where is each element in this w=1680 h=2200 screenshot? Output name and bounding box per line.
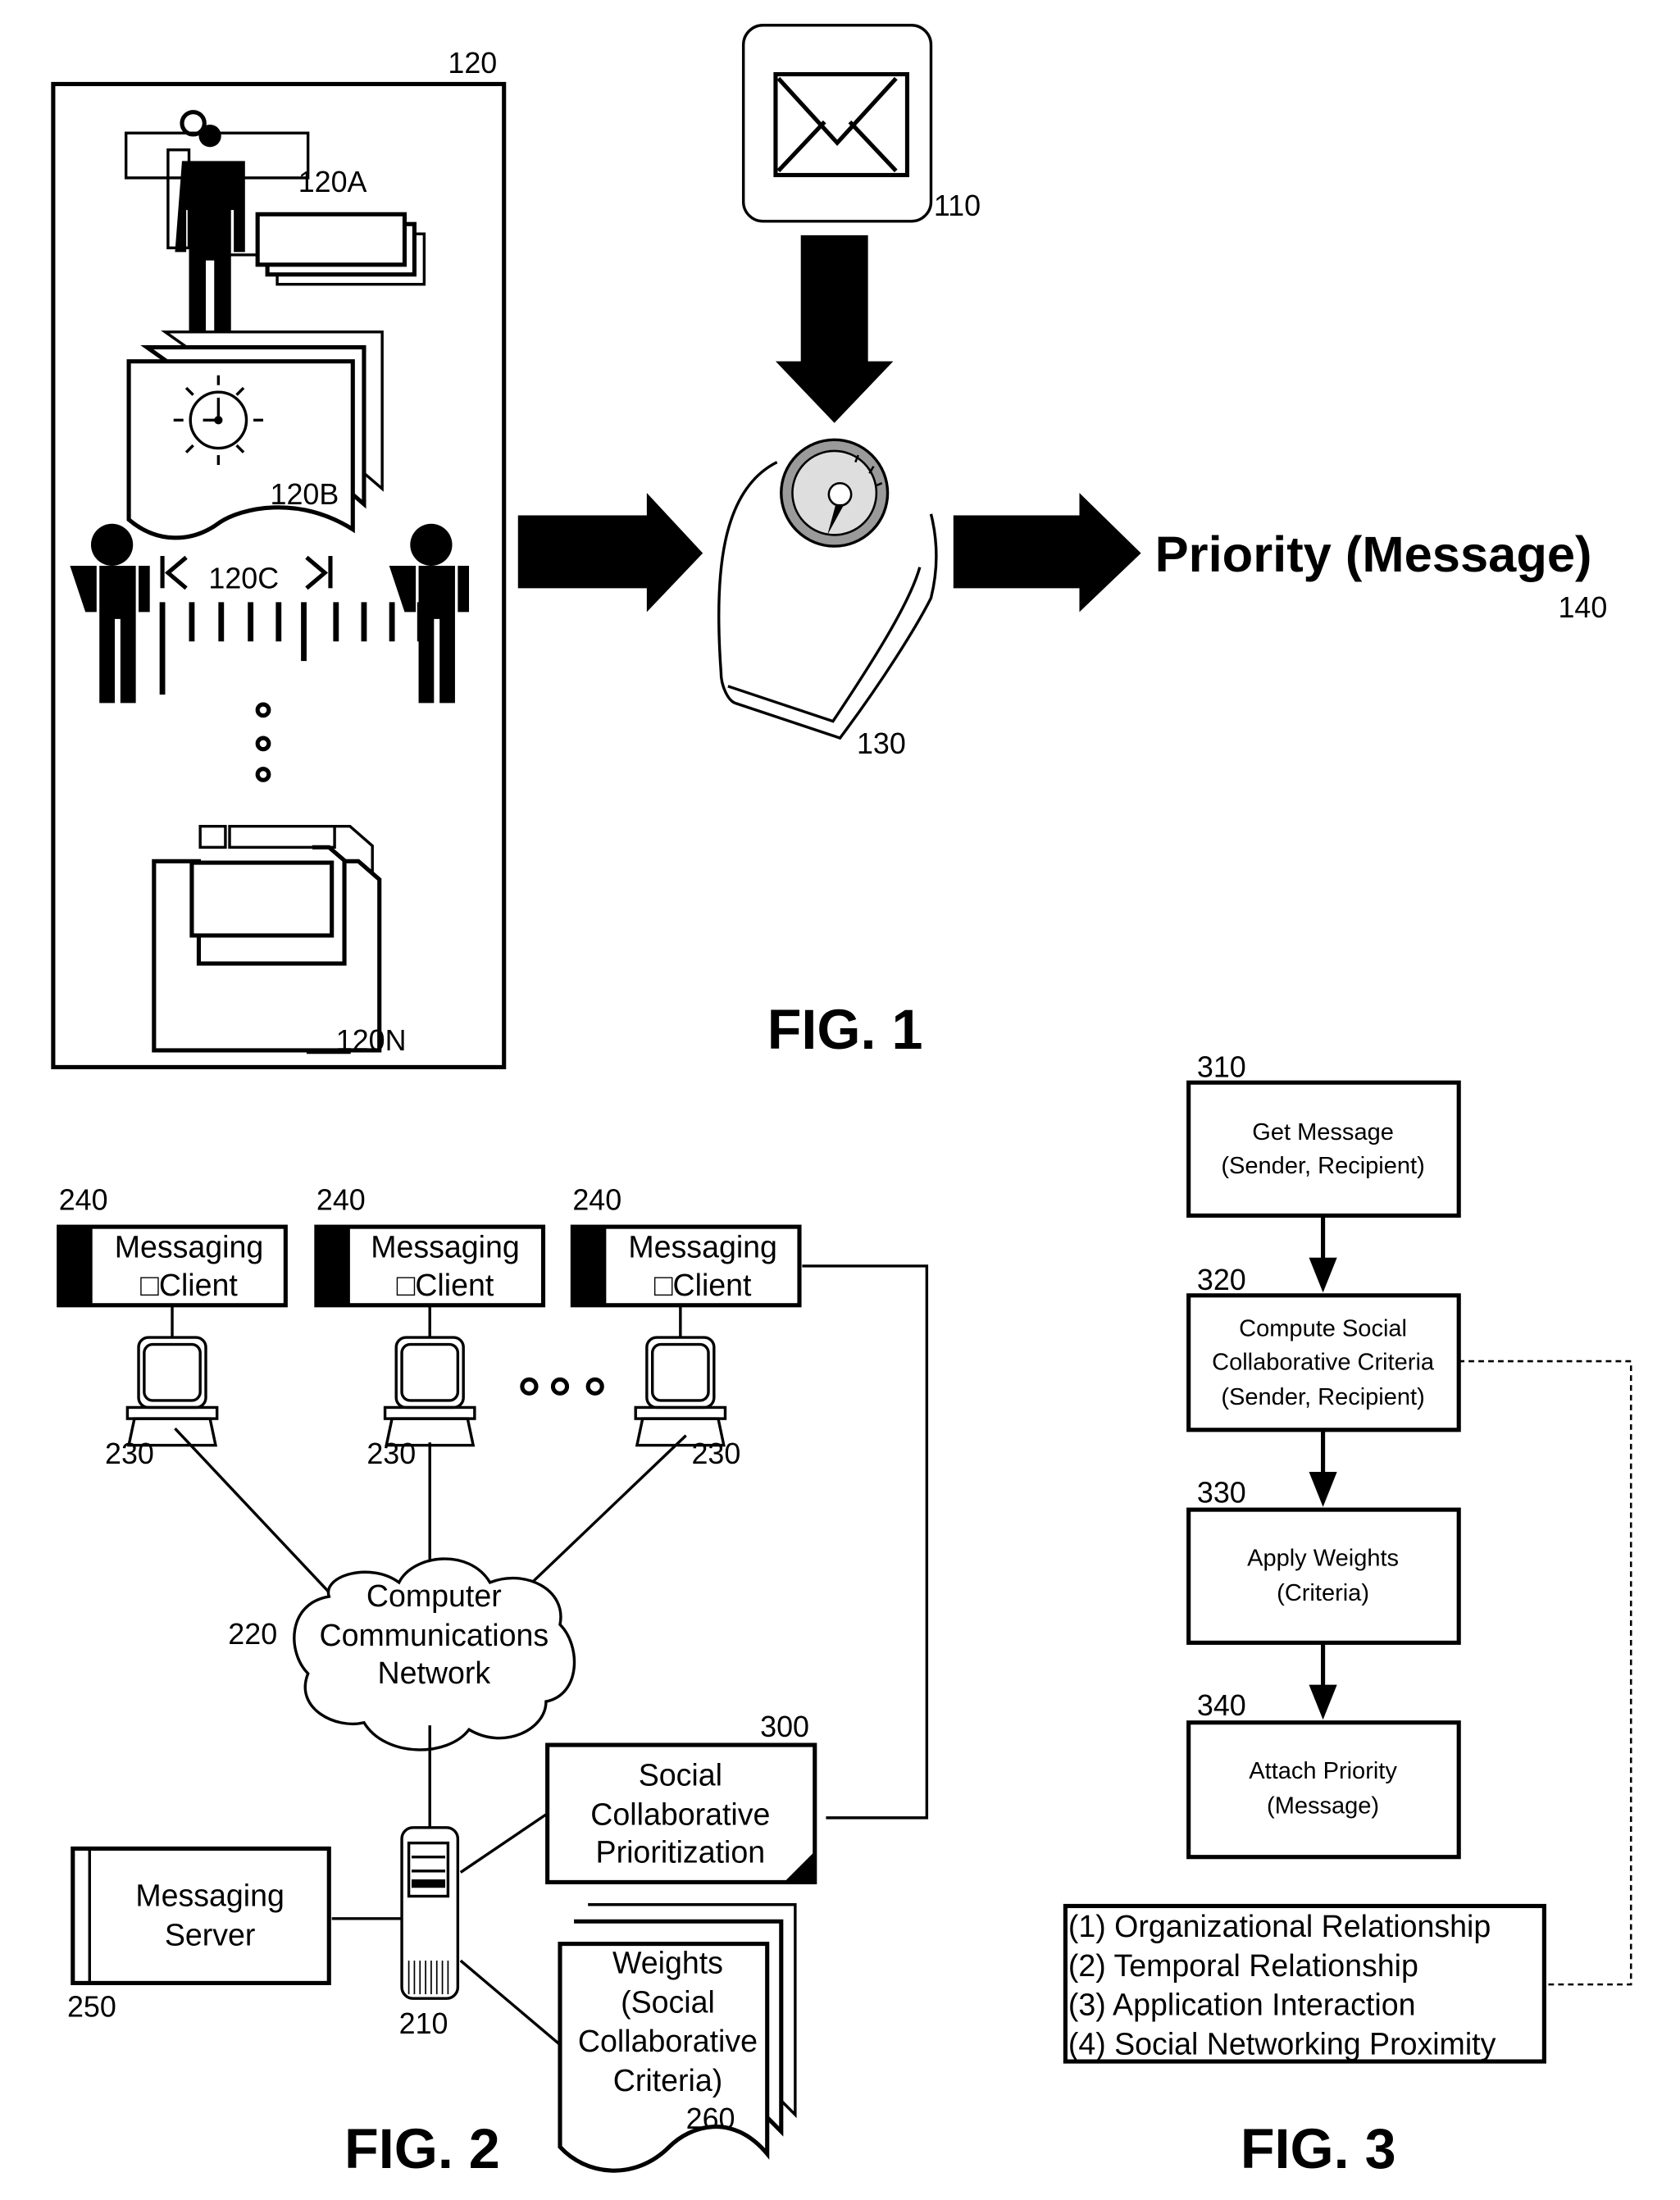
computer-ref: 230 [105,1437,154,1470]
network-ref: 220 [228,1618,277,1651]
prioritization-line3: Prioritization [596,1835,766,1870]
criteria-panel-ref: 120 [448,47,497,80]
step-ref: 320 [1197,1264,1246,1296]
priority-output-ref: 140 [1558,591,1607,624]
weighing-scale-icon [717,438,938,740]
fig3: 310 Get Message (Sender, Recipient) 320 … [1063,1050,1632,2180]
scale-ref: 130 [857,727,906,760]
server-ref: 210 [399,2007,448,2040]
fig3-title: FIG. 3 [1241,2118,1396,2180]
computer-icon [634,1336,727,1447]
message-ref: 110 [934,189,981,222]
output-arrow-icon [953,493,1141,613]
prioritization-line2: Collaborative [590,1797,770,1831]
network-cloud-icon: Computer Communications Network [293,1557,576,1751]
weights-line2: (Social [621,1984,715,2019]
client-ref: 240 [316,1184,366,1217]
server-icon [400,1826,460,2000]
flow-arrow-icon [1309,1472,1337,1507]
network-label-line1: Computer [367,1578,502,1613]
step-line2: (Sender, Recipient) [1221,1153,1424,1179]
client-label-line2: □Client [397,1268,494,1302]
criterion-ref-120c: 120C [208,562,279,594]
criterion-ref-120a: 120A [298,166,367,198]
computer-ref: 230 [692,1437,741,1470]
fig2: 240 Messaging □Client 230 240 Messaging … [57,1184,929,2180]
step-line1: Attach Priority [1249,1758,1397,1784]
criteria-item-1: (1) Organizational Relationship [1068,1909,1491,1943]
messaging-client-3: 240 Messaging □Client 230 [530,1184,929,1820]
network-label-line2: Communications [320,1618,549,1652]
messaging-server-line2: Server [165,1917,256,1952]
computer-ref: 230 [367,1437,416,1470]
criteria-item-2: (2) Temporal Relationship [1068,1948,1418,1983]
fig2-title: FIG. 2 [344,2118,500,2180]
fig1-title: FIG. 1 [767,999,923,1061]
weights-line3: Collaborative [578,2024,758,2058]
client-ref: 240 [59,1184,108,1217]
step-ref: 330 [1197,1477,1246,1510]
step-line1: Get Message [1252,1119,1394,1146]
fig1: 120 120A 120B 120C 120N 110 130 Priority… [51,24,1607,1069]
priority-output-label: Priority (Message) [1155,526,1592,583]
step-310: 310 Get Message (Sender, Recipient) [1186,1050,1461,1218]
prioritization-line1: Social [639,1758,722,1792]
message-arrow-icon [775,235,894,423]
messaging-server-line1: Messaging [135,1878,285,1912]
criteria-item-4: (4) Social Networking Proximity [1068,2026,1496,2061]
step-line1: Compute Social [1239,1315,1407,1341]
patent-drawing-sheet: 120 120A 120B 120C 120N 110 130 Priority… [0,0,1680,2196]
criterion-ref-120n: 120N [336,1024,407,1057]
criteria-dashed-connector [1459,1360,1632,1986]
step-line2: Collaborative Criteria [1212,1349,1435,1375]
messaging-client-1: 240 Messaging □Client 230 [57,1184,332,1595]
step-line2: (Criteria) [1277,1580,1369,1606]
weights-ref: 260 [686,2102,735,2135]
temporal-clock-document-icon [126,330,384,540]
flow-arrow-icon [1309,1684,1337,1720]
weights-line1: Weights [612,1945,723,1979]
input-arrow-icon [517,493,703,613]
client-label-line1: Messaging [628,1230,777,1264]
client-label-line1: Messaging [115,1230,264,1264]
client-label-line1: Messaging [371,1230,520,1264]
messaging-client-2: 240 Messaging □Client 230 [314,1184,546,1569]
network-label-line3: Network [377,1656,490,1690]
criteria-item-3: (3) Application Interaction [1068,1988,1416,2022]
message-envelope [741,24,933,223]
drawing-canvas: 120 120A 120B 120C 120N 110 130 Priority… [51,24,1632,2180]
messaging-server-box: Messaging Server [71,1846,331,1985]
weights-document-stack: Weights (Social Collaborative Criteria) [558,1903,797,2173]
step-line2: (Message) [1267,1793,1379,1820]
client-ref: 240 [572,1184,621,1217]
prioritization-box: Social Collaborative Prioritization [545,1742,817,1884]
client-label-line2: □Client [654,1268,752,1302]
messaging-server-ref: 250 [67,1990,116,2023]
step-ref: 340 [1197,1689,1246,1722]
step-line1: Apply Weights [1247,1545,1399,1571]
step-ref: 310 [1197,1050,1246,1083]
weights-line4: Criteria) [613,2063,722,2098]
client-label-line2: □Client [140,1268,238,1302]
criteria-list-box: (1) Organizational Relationship (2) Temp… [1063,1903,1546,2064]
criterion-ref-120b: 120B [271,478,339,511]
prioritization-ref: 300 [760,1710,809,1743]
step-line3: (Sender, Recipient) [1221,1384,1424,1410]
more-clients-ellipsis-icon [520,1377,604,1396]
flow-arrow-icon [1309,1257,1337,1293]
computer-icon [383,1336,476,1447]
computer-icon [125,1336,219,1447]
